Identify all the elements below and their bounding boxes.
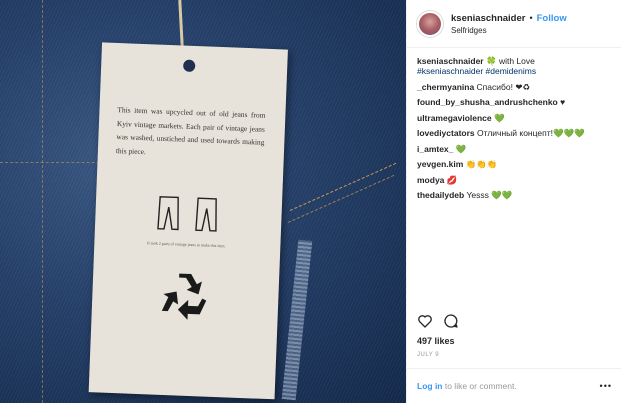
recycle-icon [161, 273, 207, 320]
post-photo[interactable]: This item was upcycled out of old jeans … [0, 0, 406, 403]
tag-small-text: It took 2 pairs of vintage jeans to make… [147, 240, 226, 249]
comment-text: Yesss 💚💚 [466, 190, 513, 200]
denim-seam [287, 174, 395, 223]
list-item: ultramegaviolence 💚 [417, 113, 611, 123]
login-prompt-text: to like or comment. [442, 381, 517, 391]
tag-text: This item was upcycled out of old jeans … [115, 105, 266, 156]
comment-text: Спасибо! ❤♻ [476, 81, 531, 92]
jeans-icon [157, 196, 217, 232]
comment-username[interactable]: i_amtex_ [417, 144, 453, 154]
comment-text: 🍀 with Love [486, 56, 535, 66]
tag-hole [183, 59, 196, 73]
comment-icon[interactable] [443, 313, 459, 329]
list-item: yevgen.kim 👏👏👏 [417, 159, 611, 169]
login-link[interactable]: Log in [417, 381, 443, 391]
comment-text: 💚 [455, 143, 467, 154]
header-username[interactable]: kseniaschnaider [451, 13, 525, 24]
post-date: JULY 9 [417, 352, 440, 358]
hashtag-links[interactable]: #kseniaschnaider #demidenims [417, 66, 611, 76]
comments-list: kseniaschnaider 🍀 with Love #kseniaschna… [407, 48, 621, 200]
comment-username[interactable]: _chermyanina [417, 82, 474, 92]
location-link[interactable]: Selfridges [451, 26, 567, 35]
comment-text: 💚 [494, 112, 505, 123]
comment-username[interactable]: ultramegaviolence [417, 113, 492, 123]
more-options-icon[interactable]: ••• [600, 381, 612, 391]
instagram-post: This item was upcycled out of old jeans … [0, 0, 621, 403]
list-item: thedailydeb Yesss 💚💚 [417, 190, 611, 200]
denim-seam [42, 0, 43, 403]
post-footer: Log in to like or comment. ••• [407, 368, 621, 403]
hang-tag: This item was upcycled out of old jeans … [88, 42, 288, 400]
comment-text: ♥ [560, 97, 566, 107]
comment-username[interactable]: thedailydeb [417, 190, 464, 200]
denim-seam [289, 162, 397, 211]
comment-text: 💋 [446, 174, 458, 185]
list-item: found_by_shusha_andrushchenko ♥ [417, 97, 611, 107]
post-header: kseniaschnaider • Follow Selfridges [407, 0, 621, 48]
login-prompt: Log in to like or comment. [417, 381, 517, 391]
list-item: lovediyctators Отличный концепт!💚💚💚 [417, 128, 611, 138]
dot-separator: • [529, 13, 533, 23]
denim-seam [0, 162, 110, 163]
comment-username[interactable]: yevgen.kim [417, 159, 463, 169]
likes-count[interactable]: 497 likes [417, 336, 455, 346]
caption: kseniaschnaider 🍀 with Love #kseniaschna… [417, 56, 611, 76]
comment-username[interactable]: lovediyctators [417, 128, 475, 138]
list-item: _chermyanina Спасибо! ❤♻ [417, 82, 611, 92]
comment-username[interactable]: kseniaschnaider [417, 56, 484, 66]
comment-text: 👏👏👏 [465, 159, 498, 169]
follow-button[interactable]: Follow [537, 13, 567, 24]
list-item: i_amtex_ 💚 [417, 144, 611, 154]
avatar[interactable] [417, 10, 443, 37]
comment-username[interactable]: found_by_shusha_andrushchenko [417, 97, 558, 107]
post-sidebar: kseniaschnaider • Follow Selfridges ksen… [406, 0, 621, 403]
comment-username[interactable]: modya [417, 175, 444, 185]
comment-text: Отличный концепт!💚💚💚 [477, 128, 585, 138]
list-item: modya 💋 [417, 175, 611, 185]
frayed-edge [281, 239, 313, 401]
heart-icon[interactable] [417, 313, 433, 329]
action-bar [417, 313, 459, 329]
